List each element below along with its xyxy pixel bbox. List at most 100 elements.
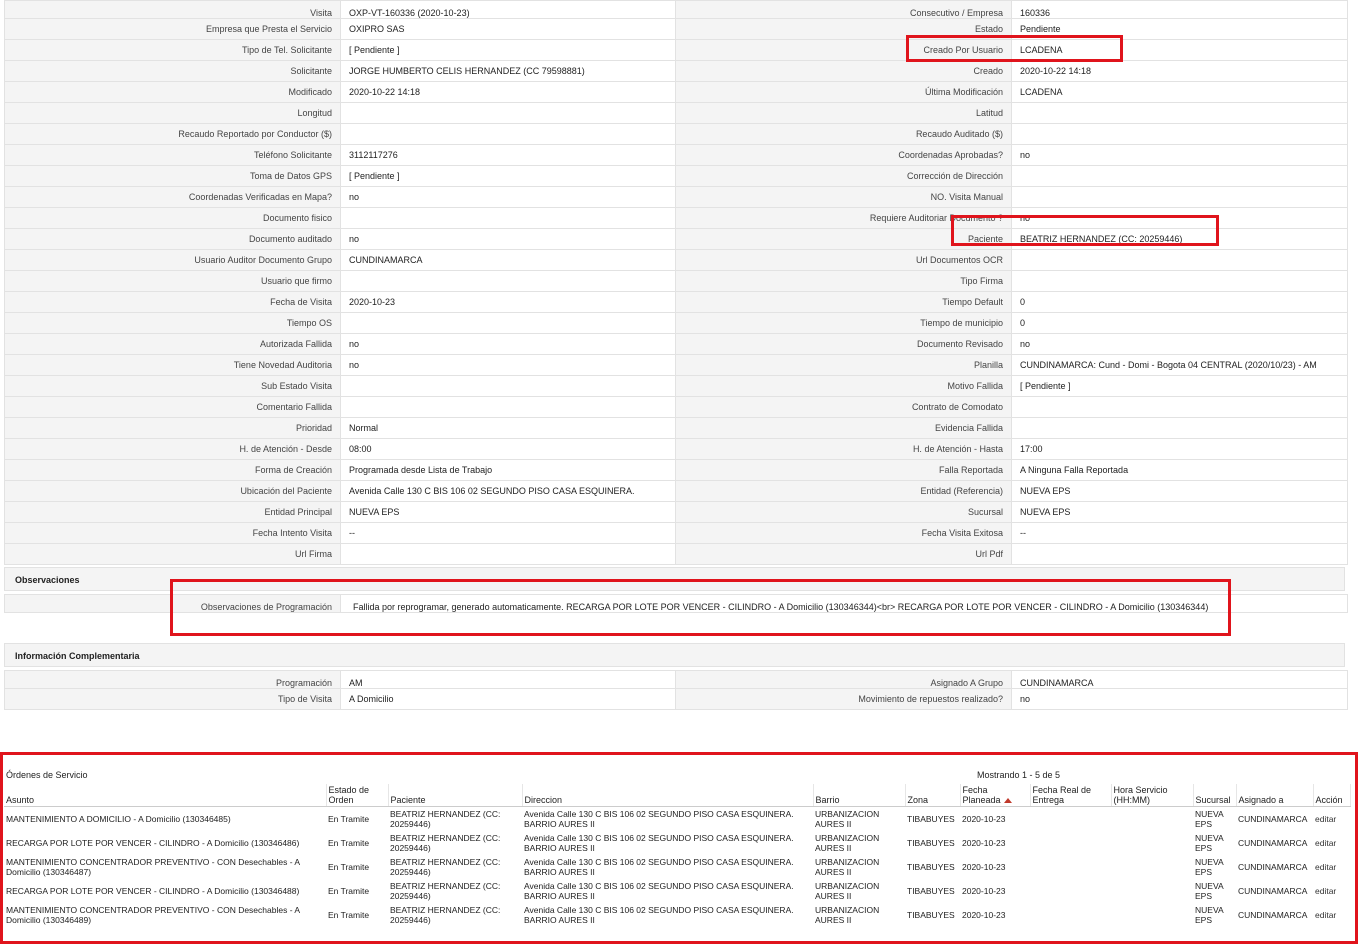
column-header-label: Estado de Orden [328, 785, 370, 805]
field-label: Estado [675, 18, 1012, 40]
orden-accion-cell: editar [1313, 855, 1350, 879]
editar-link[interactable]: editar [1315, 838, 1336, 848]
field-value: no [340, 186, 676, 208]
field-label: Autorizada Fallida [4, 333, 341, 355]
detail-row: Recaudo Reportado por Conductor ($) Recau… [4, 123, 1348, 145]
orden-direccion-cell: Avenida Calle 130 C BIS 106 02 SEGUNDO P… [524, 881, 794, 901]
column-header[interactable]: Asignado a [1236, 784, 1314, 807]
field-value [340, 396, 676, 418]
orden-accion-cell: editar [1313, 831, 1350, 855]
field-value: JORGE HUMBERTO CELIS HERNANDEZ (CC 79598… [340, 60, 676, 82]
field-label: Prioridad [4, 417, 341, 439]
field-value: [ Pendiente ] [1011, 375, 1348, 397]
field-label: Url Pdf [675, 543, 1012, 565]
detail-row: Usuario que firmo Tipo Firma [4, 270, 1348, 292]
column-header[interactable]: Direccion [522, 784, 814, 807]
column-header[interactable]: Asunto [4, 784, 327, 807]
field-value [1011, 270, 1348, 292]
orden-asunto-cell: MANTENIMIENTO CONCENTRADOR PREVENTIVO - … [6, 905, 300, 925]
field-value [1011, 396, 1348, 418]
column-header[interactable]: Sucursal [1193, 784, 1237, 807]
column-header-label: Fecha Real de Entrega [1032, 785, 1092, 805]
detail-row: Tiene Novedad Auditoria no Planilla CUNDINA… [4, 354, 1348, 376]
field-label: Forma de Creación [4, 459, 341, 481]
field-label: Sucursal [675, 501, 1012, 523]
field-label: Tiempo OS [4, 312, 341, 334]
observaciones-label: Observaciones de Programación [4, 594, 341, 613]
field-value: OXP-VT-160336 (2020-10-23) [340, 0, 676, 19]
orden-asignado-cell: CUNDINAMARCA [1238, 838, 1308, 848]
detail-row: Documento fisico Requiere Auditoriar Docu… [4, 207, 1348, 229]
field-value: no [340, 354, 676, 376]
column-header[interactable]: Barrio [813, 784, 906, 807]
orden-barrio-cell: URBANIZACION AURES II [815, 833, 880, 853]
field-label: Url Firma [4, 543, 341, 565]
orden-direccion-cell: Avenida Calle 130 C BIS 106 02 SEGUNDO P… [524, 809, 794, 829]
detail-row: Solicitante JORGE HUMBERTO CELIS HERNANDE… [4, 60, 1348, 82]
editar-link[interactable]: editar [1315, 862, 1336, 872]
orden-asunto-cell: MANTENIMIENTO CONCENTRADOR PREVENTIVO - … [6, 857, 300, 877]
column-header-label: Fecha Planeada [962, 785, 1001, 805]
ordenes-table: Asunto Estado de Orden Paciente Direccion Ba… [4, 784, 1351, 927]
detail-row: Url Firma Url Pdf [4, 543, 1348, 565]
orden-barrio-cell: URBANIZACION AURES II [815, 809, 880, 829]
field-label: NO. Visita Manual [675, 186, 1012, 208]
orden-paciente-cell: BEATRIZ HERNANDEZ (CC: 20259446) [390, 809, 501, 829]
field-value: CUNDINAMARCA [1011, 670, 1348, 689]
orden-asignado-cell: CUNDINAMARCA [1238, 814, 1308, 824]
orden-direccion-cell: Avenida Calle 130 C BIS 106 02 SEGUNDO P… [524, 905, 794, 925]
visit-detail-table: Visita OXP-VT-160336 (2020-10-23) Consecut… [4, 0, 1348, 565]
field-label: Teléfono Solicitante [4, 144, 341, 166]
field-value: [ Pendiente ] [340, 165, 676, 187]
column-header[interactable]: Fecha Planeada [960, 784, 1031, 807]
orden-hora-cell [1111, 855, 1193, 879]
field-label: H. de Atención - Hasta [675, 438, 1012, 460]
detail-row: Documento auditado no Paciente BEATRIZ HERN… [4, 228, 1348, 250]
field-value [340, 312, 676, 334]
field-value: -- [1011, 522, 1348, 544]
field-label: Coordenadas Verificadas en Mapa? [4, 186, 341, 208]
column-header[interactable]: Zona [905, 784, 961, 807]
orden-sucursal-cell: NUEVA EPS [1195, 857, 1224, 877]
field-value: CUNDINAMARCA: Cund - Domi - Bogota 04 CE… [1011, 354, 1348, 376]
orden-sucursal-cell: NUEVA EPS [1195, 833, 1224, 853]
field-value: no [340, 228, 676, 250]
column-header[interactable]: Fecha Real de Entrega [1030, 784, 1112, 807]
column-header-label: Barrio [815, 795, 840, 805]
column-header-label: Direccion [524, 795, 563, 805]
field-value: 17:00 [1011, 438, 1348, 460]
detail-row: Fecha Intento Visita -- Fecha Visita Exito… [4, 522, 1348, 544]
detail-row: Empresa que Presta el Servicio OXIPRO SAS… [4, 18, 1348, 40]
detail-row: Sub Estado Visita Motivo Fallida[ Pendien… [4, 375, 1348, 397]
field-label: Longitud [4, 102, 341, 124]
field-value: no [1011, 688, 1348, 710]
detail-row: Coordenadas Verificadas en Mapa? no NO. Vi… [4, 186, 1348, 208]
column-header[interactable]: Acción [1313, 784, 1351, 807]
field-label: Usuario que firmo [4, 270, 341, 292]
field-label: Visita [4, 0, 341, 19]
column-header-label: Paciente [390, 795, 426, 805]
field-label: Entidad (Referencia) [675, 480, 1012, 502]
orden-asignado-cell: CUNDINAMARCA [1238, 862, 1308, 872]
orden-row: MANTENIMIENTO A DOMICILIO - A Domicilio … [4, 807, 1350, 832]
detail-row: Comentario Fallida Contrato de Comodato [4, 396, 1348, 418]
field-label: H. de Atención - Desde [4, 438, 341, 460]
editar-link[interactable]: editar [1315, 814, 1336, 824]
editar-link[interactable]: editar [1315, 910, 1336, 920]
orden-paciente-cell: BEATRIZ HERNANDEZ (CC: 20259446) [390, 833, 501, 853]
field-value: A Ninguna Falla Reportada [1011, 459, 1348, 481]
column-header[interactable]: Paciente [388, 784, 523, 807]
orden-fecha-cell: 2020-10-23 [962, 814, 1006, 824]
field-value [340, 207, 676, 229]
field-label: Tiene Novedad Auditoria [4, 354, 341, 376]
field-value: AM [340, 670, 676, 689]
column-header[interactable]: Estado de Orden [326, 784, 389, 807]
column-header[interactable]: Hora Servicio (HH:MM) [1111, 784, 1194, 807]
editar-link[interactable]: editar [1315, 886, 1336, 896]
orden-accion-cell: editar [1313, 879, 1350, 903]
field-value: 08:00 [340, 438, 676, 460]
orden-hora-cell [1111, 903, 1193, 927]
field-value: 0 [1011, 312, 1348, 334]
orden-direccion-cell: Avenida Calle 130 C BIS 106 02 SEGUNDO P… [524, 833, 794, 853]
orden-fecha-real-cell [1030, 879, 1111, 903]
